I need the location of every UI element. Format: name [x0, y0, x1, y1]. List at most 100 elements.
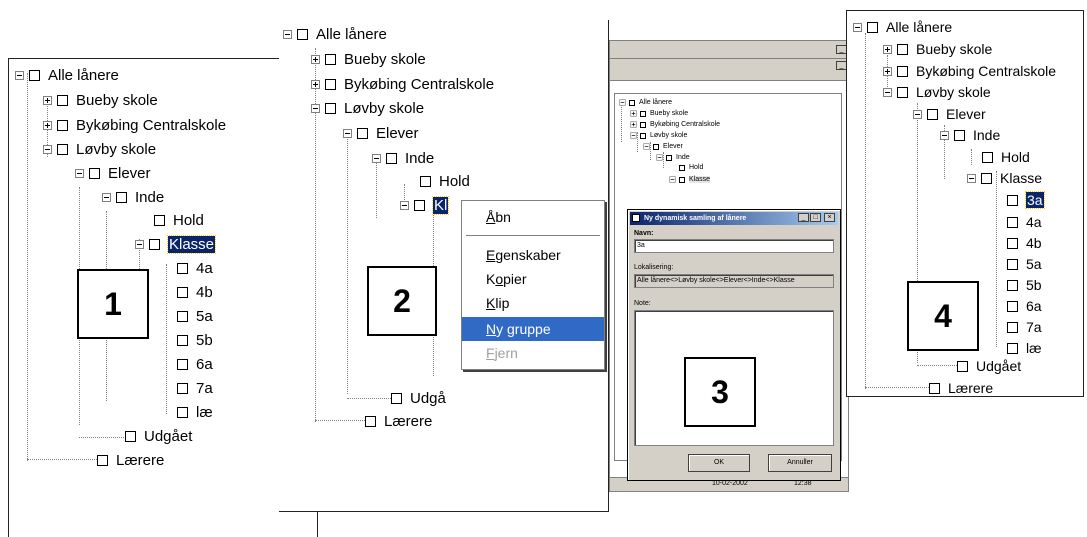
checkbox-icon[interactable] — [666, 154, 672, 161]
checkbox-icon[interactable] — [154, 215, 165, 226]
tree-node-udgaaet[interactable]: Udgået — [957, 358, 1021, 374]
tree-node-6a[interactable]: 6a — [177, 356, 213, 373]
tree-node-bykoebing-centralskole[interactable]: Bykøbing Centralskole — [629, 120, 720, 129]
checkbox-icon[interactable] — [325, 54, 336, 65]
checkbox-icon[interactable] — [177, 311, 188, 322]
name-input[interactable]: 3a — [634, 239, 834, 253]
minimize-icon[interactable]: _ — [798, 213, 809, 222]
tree-node-bueby-skole[interactable]: Bueby skole — [883, 41, 992, 57]
checkbox-icon[interactable] — [177, 335, 188, 346]
checkbox-icon[interactable] — [149, 239, 160, 250]
checkbox-icon[interactable] — [929, 382, 940, 394]
collapse-icon[interactable] — [343, 129, 352, 138]
collapse-icon[interactable] — [853, 22, 862, 32]
collapse-icon[interactable] — [283, 30, 292, 39]
checkbox-icon[interactable] — [116, 192, 127, 203]
checkbox-icon[interactable] — [640, 110, 646, 117]
checkbox-icon[interactable] — [420, 176, 431, 187]
collapse-icon[interactable] — [669, 176, 676, 183]
tree-node-hold[interactable]: Hold — [149, 212, 204, 229]
checkbox-icon[interactable] — [177, 383, 188, 394]
collapse-icon[interactable] — [883, 87, 892, 97]
tree-node-loevby-skole[interactable]: Løvby skole — [883, 84, 991, 100]
collapse-icon[interactable] — [656, 154, 663, 161]
maximize-icon[interactable]: □ — [810, 213, 821, 222]
menu-item-fjern[interactable]: Fjern — [462, 341, 604, 365]
tree-node-4a[interactable]: 4a — [1007, 214, 1042, 230]
checkbox-icon[interactable] — [957, 360, 968, 372]
checkbox-icon[interactable] — [125, 431, 136, 442]
tree-node-4b[interactable]: 4b — [1007, 235, 1042, 251]
checkbox-icon[interactable] — [325, 79, 336, 90]
tree-node-inde[interactable]: Inde — [372, 150, 434, 167]
tree-node-elever[interactable]: Elever — [343, 125, 419, 142]
tree-node-udgaaet[interactable]: Udgå — [391, 390, 446, 407]
tree-node-inde[interactable]: Inde — [940, 127, 1000, 143]
checkbox-icon[interactable] — [357, 128, 368, 139]
tree-node-7a[interactable]: 7a — [1007, 319, 1042, 335]
tree-node-laerer-class[interactable]: læ — [1007, 340, 1042, 356]
checkbox-icon[interactable] — [897, 43, 908, 55]
checkbox-icon[interactable] — [1007, 279, 1018, 291]
checkbox-icon[interactable] — [386, 153, 397, 164]
checkbox-icon[interactable] — [1007, 300, 1018, 312]
tree-node-alle-laanere[interactable]: Alle lånere — [618, 98, 672, 107]
tree-node-elever[interactable]: Elever — [75, 165, 151, 182]
checkbox-icon[interactable] — [1007, 258, 1018, 270]
tree-node-hold[interactable]: Hold — [977, 149, 1030, 165]
menu-item-aabn[interactable]: Åbn — [462, 205, 604, 229]
tree-node-laerere[interactable]: Lærere — [365, 413, 432, 430]
tree-node-bykoebing-centralskole[interactable]: Bykøbing Centralskole — [311, 76, 494, 93]
checkbox-icon[interactable] — [97, 455, 108, 466]
tree-node-alle-laanere[interactable]: Alle lånere — [15, 67, 119, 84]
checkbox-icon[interactable] — [177, 359, 188, 370]
tree-node-hold[interactable]: Hold — [415, 173, 470, 190]
tree-node-7a[interactable]: 7a — [177, 380, 213, 397]
tree-node-5a[interactable]: 5a — [1007, 256, 1042, 272]
expand-icon[interactable] — [43, 121, 52, 130]
checkbox-icon[interactable] — [867, 21, 878, 33]
expand-icon[interactable] — [883, 44, 892, 54]
checkbox-icon[interactable] — [391, 393, 402, 404]
checkbox-icon[interactable] — [897, 86, 908, 98]
menu-item-egenskaber[interactable]: Egenskaber — [462, 243, 604, 267]
menu-item-kopier[interactable]: Kopier — [462, 267, 604, 291]
cancel-button[interactable]: Annuller — [768, 454, 832, 472]
checkbox-icon[interactable] — [679, 176, 685, 183]
checkbox-icon[interactable] — [57, 95, 68, 106]
collapse-icon[interactable] — [43, 145, 52, 154]
expand-icon[interactable] — [43, 96, 52, 105]
checkbox-icon[interactable] — [640, 132, 646, 139]
checkbox-icon[interactable] — [629, 99, 635, 106]
tree-node-elever[interactable]: Elever — [913, 106, 986, 122]
tree-node-elever[interactable]: Elever — [642, 142, 683, 151]
tree-node-4b[interactable]: 4b — [177, 284, 213, 301]
collapse-icon[interactable] — [102, 193, 111, 202]
collapse-icon[interactable] — [372, 154, 381, 163]
tree-node-loevby-skole[interactable]: Løvby skole — [43, 141, 156, 158]
checkbox-icon[interactable] — [365, 416, 376, 427]
collapse-icon[interactable] — [75, 169, 84, 178]
tree-node-laerere[interactable]: Lærere — [97, 452, 164, 469]
checkbox-icon[interactable] — [325, 103, 336, 114]
tree-node-bykoebing-centralskole[interactable]: Bykøbing Centralskole — [43, 117, 226, 134]
expand-icon[interactable] — [630, 110, 637, 117]
checkbox-icon[interactable] — [57, 120, 68, 131]
tree-node-alle-laanere[interactable]: Alle lånere — [283, 26, 387, 43]
checkbox-icon[interactable] — [1007, 237, 1018, 249]
checkbox-icon[interactable] — [1007, 216, 1018, 228]
menu-item-ny-gruppe[interactable]: Ny gruppe — [462, 317, 604, 341]
checkbox-icon[interactable] — [29, 70, 40, 81]
checkbox-icon[interactable] — [653, 143, 659, 150]
checkbox-icon[interactable] — [1007, 342, 1018, 354]
tree-node-udgaaet[interactable]: Udgået — [125, 428, 192, 445]
tree-node-laerere[interactable]: Lærere — [929, 380, 993, 396]
tree-node-5b[interactable]: 5b — [1007, 277, 1042, 293]
checkbox-icon[interactable] — [177, 407, 188, 418]
tree-node-inde[interactable]: Inde — [655, 153, 690, 162]
checkbox-icon[interactable] — [954, 129, 965, 141]
expand-icon[interactable] — [630, 121, 637, 128]
checkbox-icon[interactable] — [89, 168, 100, 179]
checkbox-icon[interactable] — [897, 65, 908, 77]
expand-icon[interactable] — [311, 55, 320, 64]
